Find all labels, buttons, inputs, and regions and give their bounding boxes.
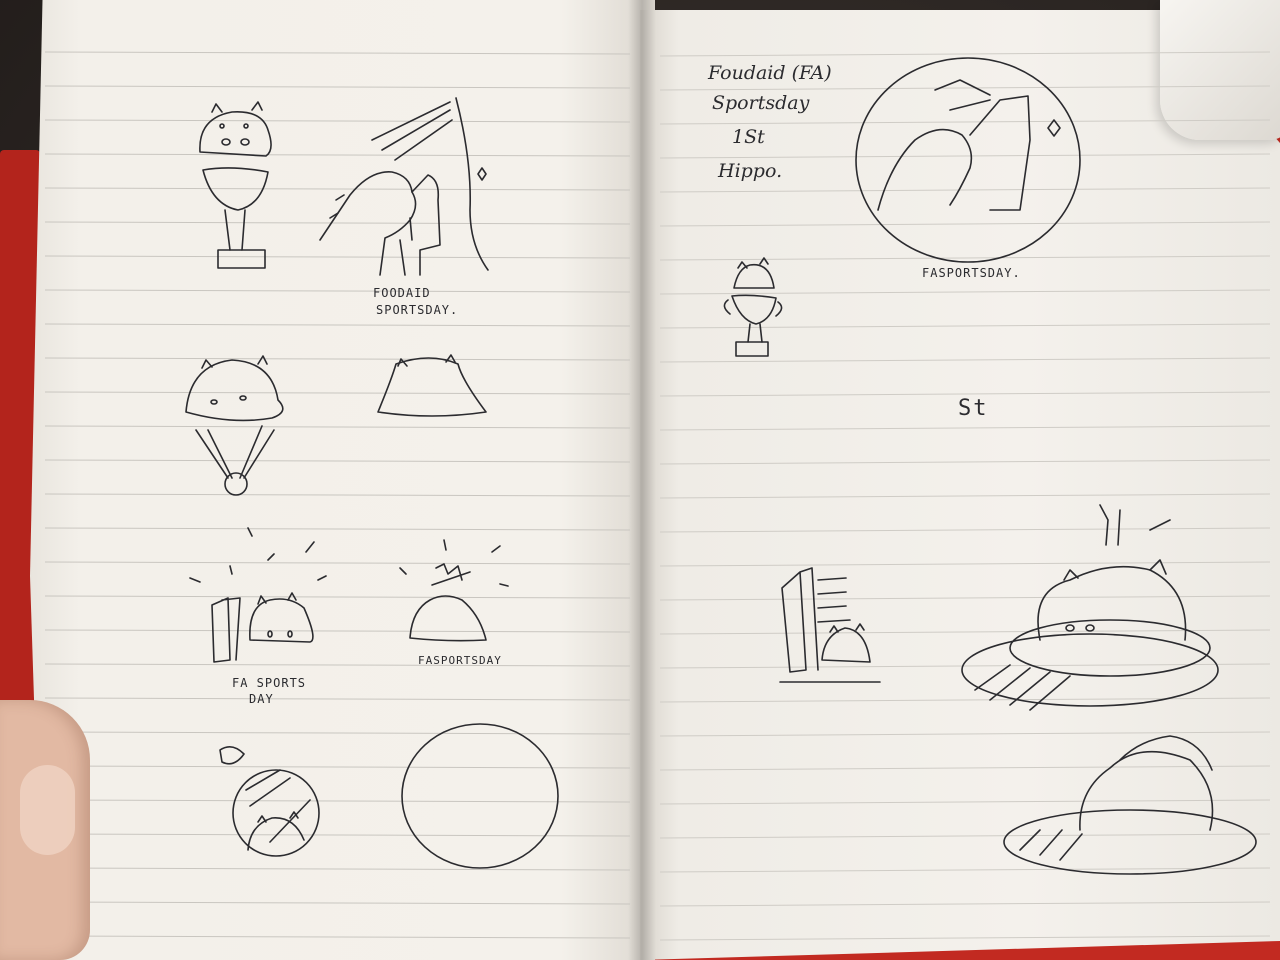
hippo-number-one-sketch [189, 527, 327, 663]
hippo-medal-sketch [185, 355, 284, 496]
thumbnail [20, 765, 75, 855]
photo-scene: FOODAID SPORTSDAY. FA SPORTS DAY FASPORT… [0, 0, 1280, 960]
sketch-layer [185, 57, 1257, 875]
note-line-4: Hippo. [718, 160, 783, 182]
small-hippo-trophy-sketch [723, 257, 783, 357]
number-one-hippo-sketch [779, 567, 881, 683]
hippo-on-podium-sketch [961, 504, 1219, 711]
note-line-3: 1St [732, 126, 765, 148]
label-fa-sports: FA SPORTS [232, 676, 307, 690]
empty-circle-sketch [401, 723, 559, 869]
hippo-climbing-trophy-sketch [319, 97, 489, 276]
hippo-1st-sketch [399, 539, 509, 642]
note-line-2: Sportsday [712, 92, 810, 114]
hippo-round-badge-sketch [219, 746, 320, 857]
label-st-mark: St [958, 396, 989, 421]
label-foodaid: FOODAID [373, 286, 431, 300]
hippo-trophy-circle-sketch [855, 57, 1081, 263]
note-line-1: Foudaid (FA) [708, 62, 832, 84]
hippo-trophy-sketch [199, 101, 272, 269]
label-day: DAY [249, 692, 274, 706]
label-sportsday: SPORTSDAY. [376, 303, 459, 317]
blob-on-plate-sketch [1003, 735, 1257, 875]
hippo-blob-sketch [377, 354, 487, 417]
label-fa-sportsday-small: FASPORTSDAY [418, 654, 502, 667]
label-fa-sportsday-right: FASPORTSDAY. [922, 266, 1021, 280]
